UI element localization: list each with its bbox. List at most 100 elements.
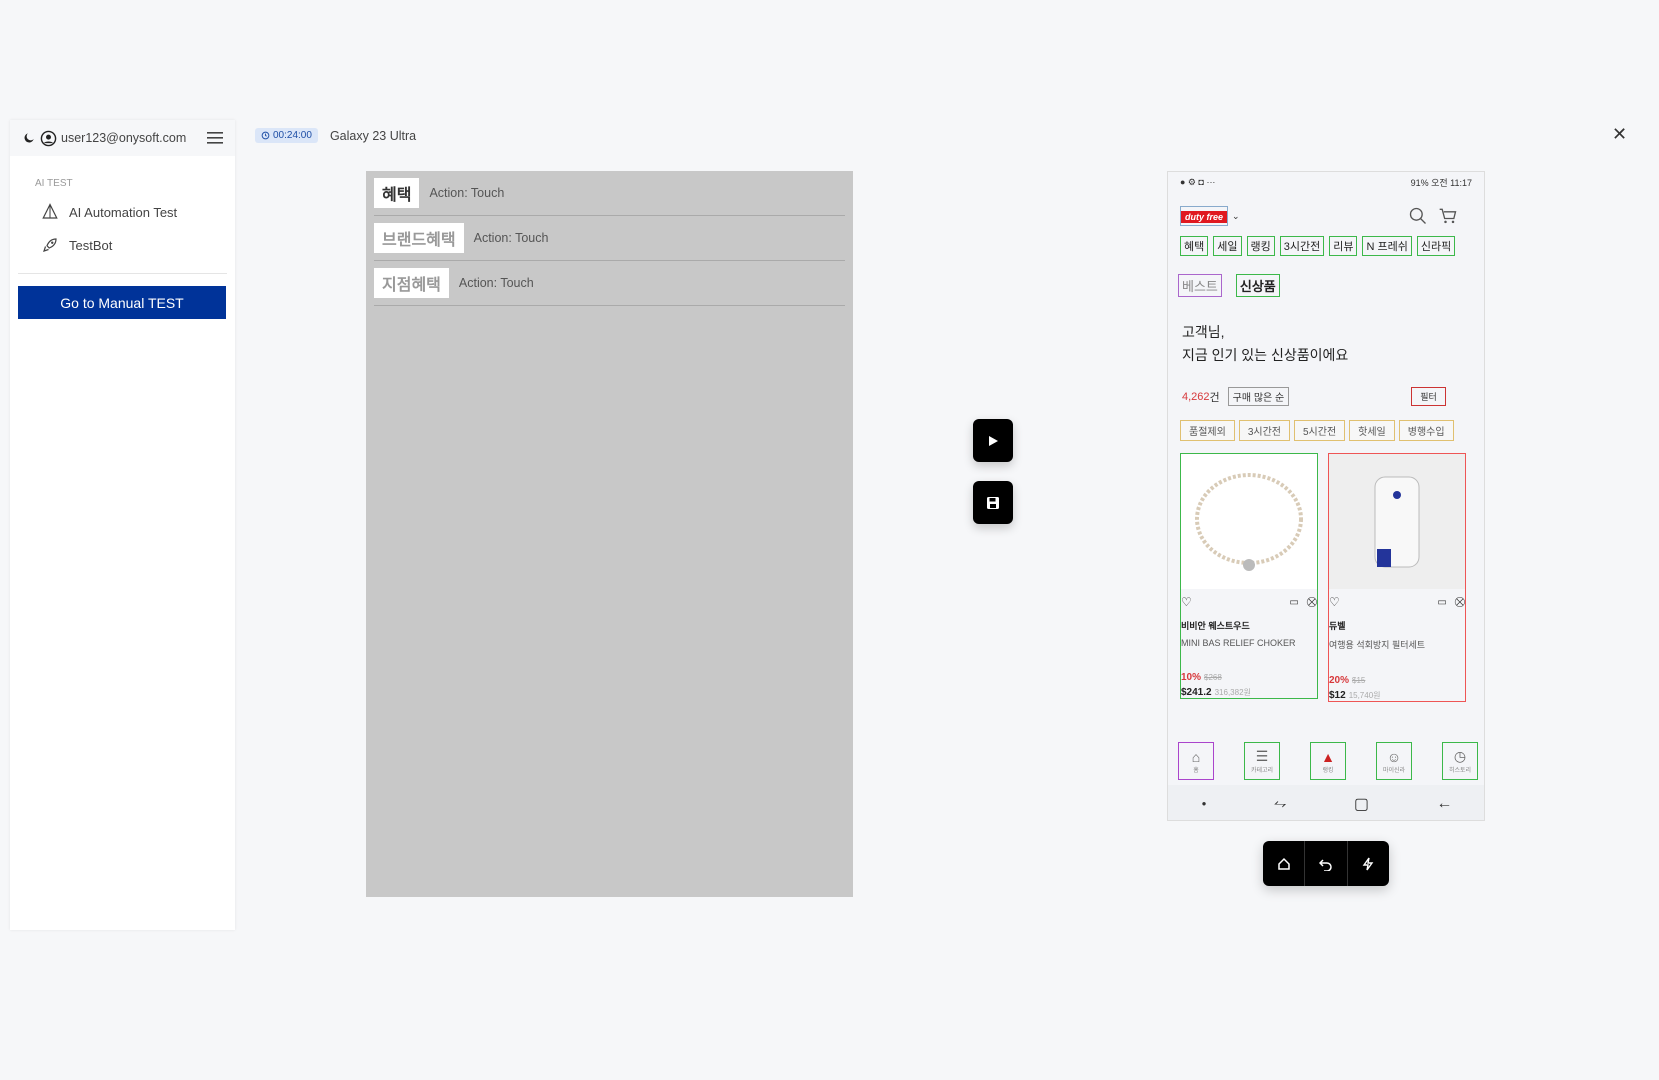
tab-review[interactable]: 리뷰 bbox=[1329, 236, 1358, 256]
sidebar-item-label: TestBot bbox=[69, 237, 113, 253]
step-row[interactable]: 브랜드혜택 Action: Touch bbox=[374, 216, 845, 261]
cart-icon[interactable] bbox=[1438, 206, 1458, 226]
tab-ranking[interactable]: 랭킹 bbox=[1246, 236, 1275, 256]
product-card[interactable]: ♡ ▭ ⛒ 비비안 웨스트우드 MINI BAS RELIEF CHOKER 1… bbox=[1180, 453, 1318, 699]
steps-panel: 혜택 Action: Touch 브랜드혜택 Action: Touch 지점혜… bbox=[366, 171, 853, 897]
heart-icon[interactable]: ♡ bbox=[1181, 595, 1192, 609]
clock-icon: ◷ bbox=[1453, 748, 1467, 764]
product-card[interactable]: ♡ ▭ ⛒ 듀벨 여행용 석회방지 필터세트 20% $15 $12 15,740원 bbox=[1328, 453, 1466, 702]
tab-3hours[interactable]: 3시간전 bbox=[1279, 236, 1325, 256]
filter-chips: 품절제외 3시간전 5시간전 핫세일 병행수입 bbox=[1180, 420, 1484, 441]
chip-hotsale[interactable]: 핫세일 bbox=[1349, 420, 1395, 441]
divider bbox=[18, 273, 227, 274]
moon-icon[interactable] bbox=[22, 131, 36, 145]
chip-5hours[interactable]: 5시간전 bbox=[1293, 420, 1346, 441]
product-image bbox=[1181, 454, 1317, 589]
play-button[interactable] bbox=[973, 419, 1013, 462]
card-icon[interactable]: ▭ bbox=[1437, 597, 1446, 608]
rocket-icon bbox=[43, 238, 57, 252]
tab-benefit[interactable]: 혜택 bbox=[1180, 236, 1209, 256]
device-screen[interactable]: ● ⚙ ◘ ··· 91% 오전 11:17 duty free ⌄ 혜택 세일… bbox=[1167, 171, 1485, 821]
logo: duty free bbox=[1181, 211, 1228, 223]
sidebar: user123@onysoft.com AI TEST AI Automatio… bbox=[10, 120, 235, 930]
status-time: 91% 오전 11:17 bbox=[1410, 177, 1472, 188]
product-price: $12 bbox=[1329, 690, 1346, 701]
product-brand: 비비안 웨스트우드 bbox=[1181, 621, 1250, 631]
step-action: Action: Touch bbox=[429, 186, 505, 200]
heart-icon[interactable]: ♡ bbox=[1329, 595, 1340, 609]
nav-label: 마이신라 bbox=[1382, 767, 1406, 774]
close-icon[interactable]: ✕ bbox=[1612, 124, 1627, 145]
cart-icon[interactable]: ⛒ bbox=[1455, 597, 1465, 608]
system-nav-bar: ● ⥊ ▢ ← bbox=[1168, 785, 1484, 820]
status-icons: ● ⚙ ◘ ··· bbox=[1180, 176, 1216, 187]
device-back-button[interactable] bbox=[1305, 841, 1348, 886]
ai-icon bbox=[42, 203, 58, 219]
status-bar: ● ⚙ ◘ ··· 91% 오전 11:17 bbox=[1168, 172, 1484, 192]
device-home-button[interactable] bbox=[1263, 841, 1306, 886]
hamburger-menu-icon[interactable] bbox=[207, 132, 223, 144]
sidebar-item-testbot[interactable]: TestBot bbox=[41, 235, 235, 255]
product-old-price: $268 bbox=[1204, 673, 1222, 682]
nav-ranking[interactable]: ▲ 랭킹 bbox=[1310, 742, 1346, 780]
filter-button[interactable]: 필터 bbox=[1411, 387, 1446, 406]
product-price: $241.2 bbox=[1181, 687, 1212, 698]
bottom-nav: ⌂ 홈 ☰ 카테고리 ▲ 랭킹 ☺ 마이신라 ◷ 히스토리 bbox=[1178, 742, 1478, 780]
tab-fresh[interactable]: N 프레쉬 bbox=[1362, 236, 1412, 256]
product-old-price: $15 bbox=[1352, 676, 1366, 685]
home-square-icon[interactable]: ▢ bbox=[1354, 794, 1369, 814]
product-brand: 듀벨 bbox=[1329, 621, 1346, 631]
sub-tabs: 베스트 신상품 bbox=[1178, 274, 1484, 297]
headline-1: 고객님, bbox=[1182, 324, 1225, 340]
play-icon bbox=[989, 435, 998, 446]
product-name: 여행용 석회방지 필터세트 bbox=[1329, 640, 1426, 650]
product-discount: 20% bbox=[1329, 675, 1350, 686]
timer-badge: 00:24:00 bbox=[255, 128, 318, 143]
tab-shillapick[interactable]: 신라픽 bbox=[1416, 236, 1456, 256]
product-image bbox=[1329, 454, 1465, 589]
ranking-icon: ▲ bbox=[1321, 748, 1335, 765]
nav-label: 랭킹 bbox=[1322, 767, 1334, 774]
search-icon[interactable] bbox=[1408, 206, 1428, 226]
recent-apps-icon[interactable]: ⥊ bbox=[1274, 795, 1287, 813]
cart-icon[interactable]: ⛒ bbox=[1307, 597, 1317, 608]
product-discount: 10% bbox=[1181, 672, 1202, 683]
sidebar-item-ai-automation[interactable]: AI Automation Test bbox=[41, 202, 235, 222]
go-to-manual-test-button[interactable]: Go to Manual TEST bbox=[18, 286, 226, 319]
save-icon bbox=[987, 496, 999, 509]
chip-soldout[interactable]: 품절제외 bbox=[1180, 420, 1235, 441]
tab-sale[interactable]: 세일 bbox=[1213, 236, 1242, 256]
subtab-best[interactable]: 베스트 bbox=[1178, 274, 1222, 297]
result-count: 4,262 bbox=[1182, 390, 1210, 403]
home-icon bbox=[1277, 857, 1290, 870]
chevron-down-icon[interactable]: ⌄ bbox=[1232, 211, 1240, 222]
section-label: AI TEST bbox=[35, 178, 73, 189]
device-control-bar bbox=[1263, 841, 1389, 886]
category-tabs: 혜택 세일 랭킹 3시간전 리뷰 N 프레쉬 신라픽 bbox=[1180, 236, 1484, 256]
save-button[interactable] bbox=[973, 481, 1013, 524]
dot-icon: ● bbox=[1201, 799, 1207, 808]
sort-select[interactable]: 구매 많은 순 bbox=[1227, 387, 1290, 406]
nav-label: 홈 bbox=[1193, 767, 1199, 774]
step-row[interactable]: 지점혜택 Action: Touch bbox=[374, 261, 845, 306]
step-element-image: 지점혜택 bbox=[374, 268, 449, 298]
chip-parallel[interactable]: 병행수입 bbox=[1398, 420, 1454, 441]
nav-label: 카테고리 bbox=[1250, 768, 1274, 774]
chip-3hours[interactable]: 3시간전 bbox=[1238, 420, 1290, 441]
card-icon[interactable]: ▭ bbox=[1289, 597, 1298, 608]
nav-history[interactable]: ◷ 히스토리 bbox=[1442, 742, 1478, 780]
device-power-button[interactable] bbox=[1348, 841, 1389, 886]
back-arrow-icon[interactable]: ← bbox=[1436, 795, 1452, 813]
nav-my[interactable]: ☺ 마이신라 bbox=[1376, 742, 1412, 780]
step-action: Action: Touch bbox=[473, 231, 549, 245]
step-element-image: 혜택 bbox=[374, 178, 420, 208]
nav-home[interactable]: ⌂ 홈 bbox=[1178, 742, 1214, 780]
subtab-new[interactable]: 신상품 bbox=[1235, 274, 1280, 297]
home-icon: ⌂ bbox=[1191, 748, 1201, 765]
step-row[interactable]: 혜택 Action: Touch bbox=[374, 171, 845, 216]
logo-box[interactable]: duty free bbox=[1180, 206, 1229, 226]
person-icon: ☺ bbox=[1386, 748, 1402, 765]
nav-category[interactable]: ☰ 카테고리 bbox=[1244, 742, 1280, 780]
user-email: user123@onysoft.com bbox=[61, 131, 187, 145]
product-krw: 15,740원 bbox=[1348, 691, 1381, 700]
